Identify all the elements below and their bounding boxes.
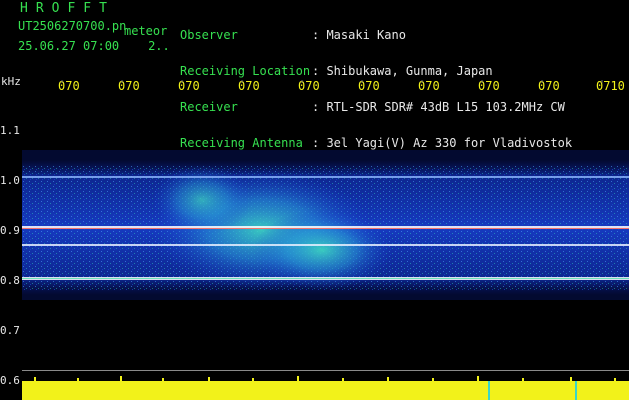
file-tag: meteor bbox=[124, 24, 168, 38]
carrier-line bbox=[22, 176, 629, 178]
y-tick-label: 0.7 bbox=[0, 324, 20, 337]
carrier-line bbox=[22, 278, 629, 279]
y-tick-label: 1.0 bbox=[0, 174, 20, 187]
observation-datetime: 25.06.27 07:00 2.. bbox=[18, 40, 170, 52]
datetime-text: 25.06.27 07:00 bbox=[18, 39, 120, 53]
info-value-location: : Shibukawa, Gunma, Japan bbox=[312, 64, 493, 78]
y-tick-label: 0.9 bbox=[0, 224, 20, 237]
spectrogram-plot bbox=[22, 80, 629, 400]
file-name: UT2506270700.pn bbox=[18, 19, 127, 33]
count-text: 2.. bbox=[148, 39, 170, 53]
y-tick-label: 0.8 bbox=[0, 274, 20, 287]
info-label-observer: Observer bbox=[180, 28, 238, 42]
x-tick-marks bbox=[61, 80, 603, 83]
power-baseline bbox=[22, 370, 629, 371]
y-tick-label: 1.1 bbox=[0, 124, 20, 137]
carrier-line bbox=[22, 244, 629, 246]
info-value-observer: : Masaki Kano bbox=[312, 28, 406, 42]
power-bar-spikes bbox=[34, 376, 616, 381]
info-label-location: Receiving Location bbox=[180, 64, 311, 78]
app-brand: HROFFT bbox=[20, 1, 115, 16]
carrier-line bbox=[22, 228, 629, 229]
frequency-axis-unit: kHz bbox=[1, 75, 21, 88]
y-tick-label: 0.6 bbox=[0, 374, 20, 387]
meteor-echo bbox=[152, 165, 252, 235]
signal-power-bar bbox=[22, 381, 629, 400]
